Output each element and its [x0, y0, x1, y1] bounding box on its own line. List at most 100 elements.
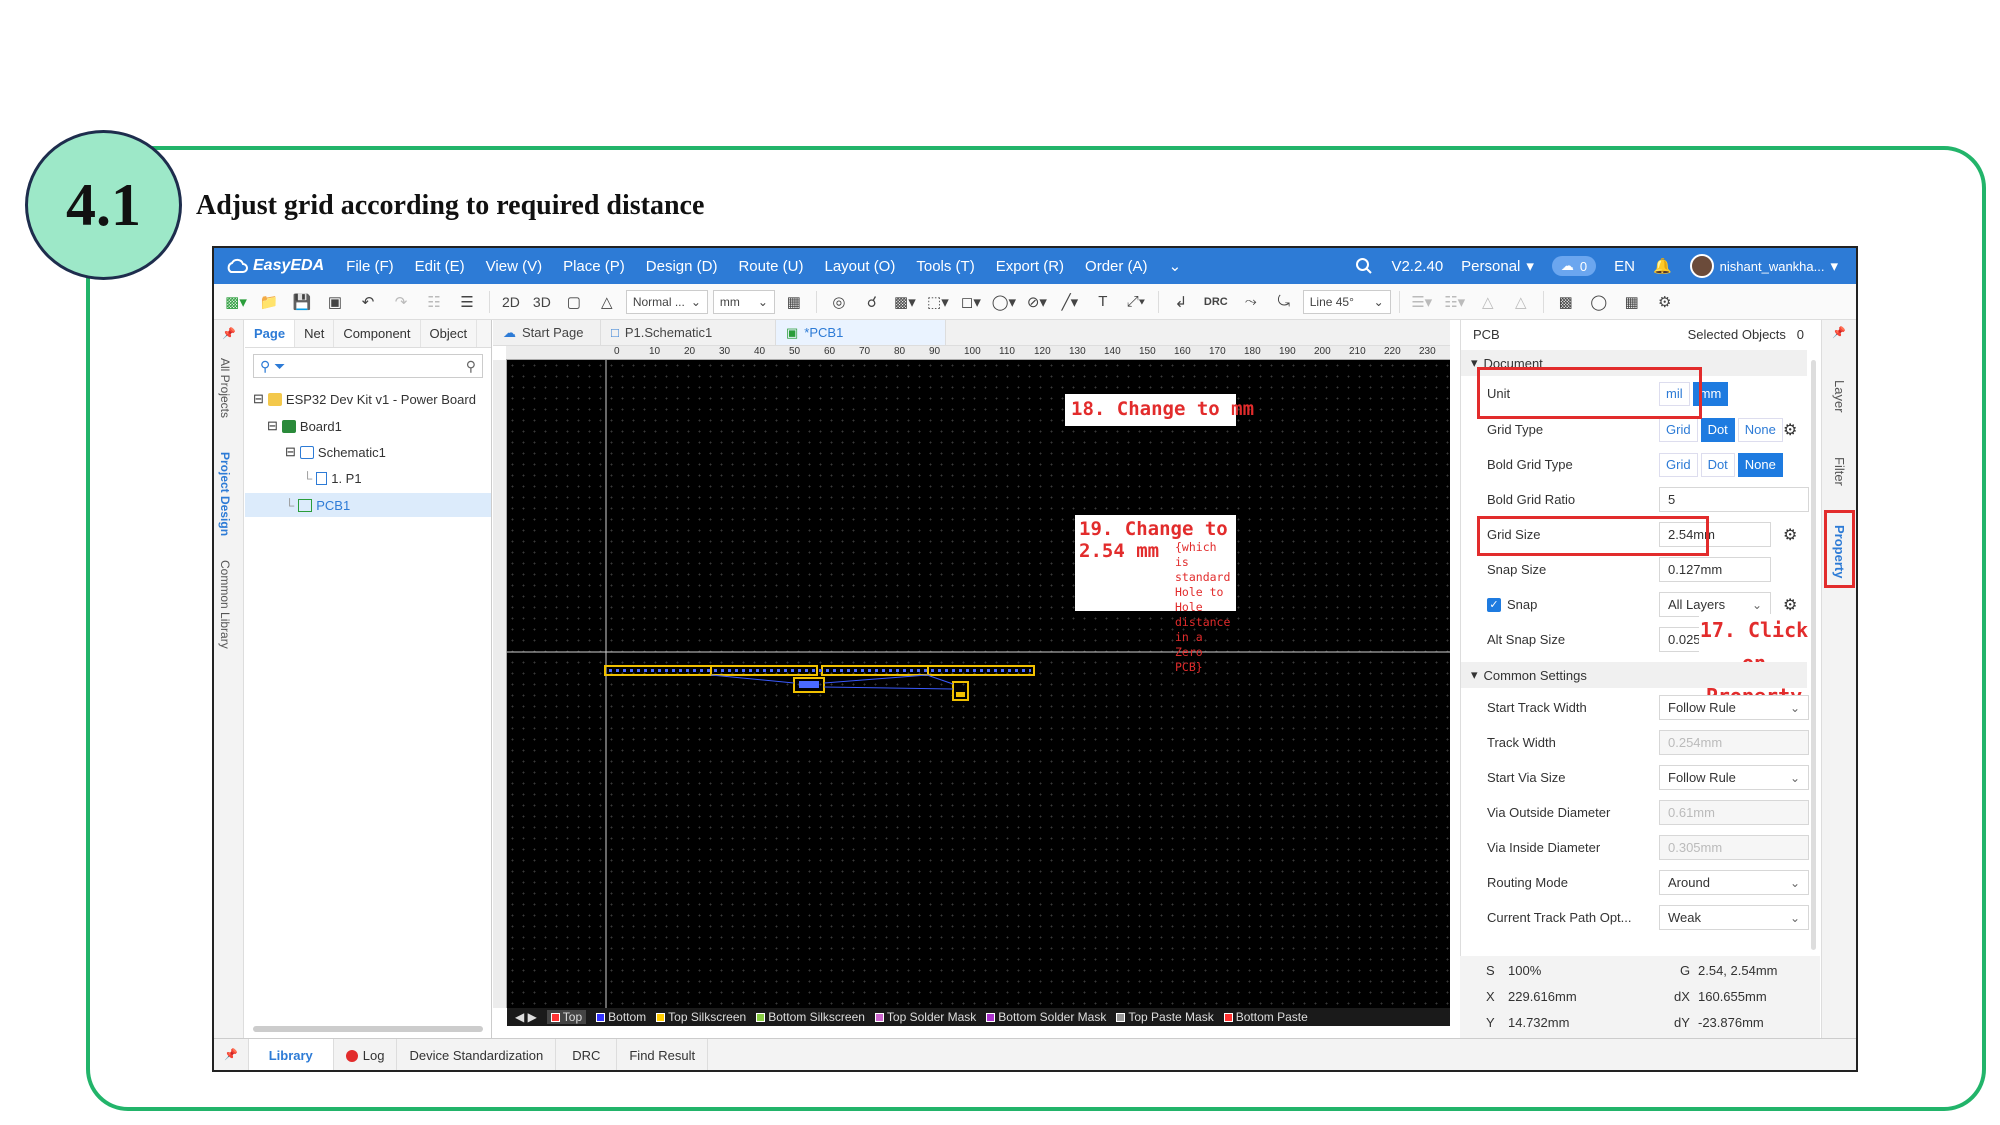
cloud-sync-badge[interactable]: ☁ 0: [1551, 256, 1597, 276]
ellipse-icon[interactable]: ◯▾: [990, 289, 1018, 315]
diff-pair-icon[interactable]: ⤳: [1237, 289, 1265, 315]
doc-tab-schematic[interactable]: □ P1.Schematic1: [601, 320, 776, 345]
tab-net[interactable]: Net: [295, 320, 335, 347]
tab-drc[interactable]: DRC: [556, 1039, 618, 1070]
list-search-icon[interactable]: ☰: [453, 289, 481, 315]
tab-device-standardization[interactable]: Device Standardization: [397, 1039, 557, 1070]
camera-icon[interactable]: ◯: [1585, 289, 1613, 315]
grid-type-none[interactable]: None: [1737, 417, 1783, 442]
flip-icon[interactable]: △: [1474, 289, 1502, 315]
mode-select[interactable]: Normal ... ⌄: [625, 289, 708, 314]
tab-library[interactable]: Library: [248, 1039, 334, 1070]
language-button[interactable]: EN: [1614, 258, 1635, 275]
tab-layer[interactable]: Layer: [1832, 380, 1847, 413]
routing-mode-select[interactable]: Around ⌄: [1659, 870, 1809, 895]
layer-item[interactable]: Bottom: [596, 1010, 646, 1024]
pcb-canvas[interactable]: 18. Change to mm 19. Change to 2.54 mm {…: [507, 360, 1450, 1008]
project-search-input[interactable]: ⚲ ⏷ ⚲: [253, 354, 483, 378]
unit-select[interactable]: mm ⌄: [712, 289, 775, 314]
layer-item[interactable]: Bottom Paste: [1223, 1010, 1308, 1024]
text-icon[interactable]: T: [1089, 289, 1117, 315]
component-icon[interactable]: ▩▾: [891, 289, 919, 315]
library-icon[interactable]: ▩: [1552, 289, 1580, 315]
undo-icon[interactable]: ↶: [354, 289, 382, 315]
snap-checkbox[interactable]: ✓: [1487, 597, 1501, 612]
track-path-opt-select[interactable]: Weak ⌄: [1659, 905, 1809, 930]
grid-view-icon[interactable]: ☷: [420, 289, 448, 315]
layer-item[interactable]: Top Paste Mask: [1116, 1010, 1214, 1024]
bell-icon[interactable]: 🔔: [1653, 257, 1672, 275]
bold-grid-type-none[interactable]: None: [1737, 452, 1783, 477]
layer-item[interactable]: Top Solder Mask: [874, 1010, 976, 1024]
bold-grid-ratio-input[interactable]: 5: [1659, 487, 1809, 512]
pin-icon[interactable]: 📌: [215, 320, 243, 346]
filter-icon[interactable]: ⚲ ⏷: [260, 358, 285, 375]
tab-log[interactable]: Log: [334, 1039, 398, 1070]
pin-icon[interactable]: 📌: [1832, 326, 1846, 339]
tab-find-result[interactable]: Find Result: [617, 1039, 709, 1070]
layer-item[interactable]: Top Silkscreen: [656, 1010, 746, 1024]
grid-type-settings-icon[interactable]: ⚙: [1783, 420, 1797, 440]
bom-icon[interactable]: ▦: [1618, 289, 1646, 315]
menu-view[interactable]: View (V): [486, 258, 542, 275]
grid-type-grid[interactable]: Grid: [1659, 417, 1698, 442]
new-icon[interactable]: ▩▾: [222, 289, 250, 315]
menu-place[interactable]: Place (P): [563, 258, 625, 275]
line-icon[interactable]: ╱▾: [1056, 289, 1084, 315]
save-all-icon[interactable]: ▣: [321, 289, 349, 315]
tree-project[interactable]: ⊟ ESP32 Dev Kit v1 - Power Board: [253, 387, 476, 411]
layer-prev-icon[interactable]: ◀ ▶: [515, 1010, 537, 1024]
section-common-settings[interactable]: ▾ Common Settings: [1461, 662, 1807, 688]
save-icon[interactable]: 💾: [288, 289, 316, 315]
collapse-icon[interactable]: ⊟: [285, 444, 296, 460]
menu-more-chevron-icon[interactable]: ⌄: [1169, 257, 1182, 275]
snap-settings-icon[interactable]: ⚙: [1783, 595, 1797, 615]
via-icon[interactable]: ◎: [825, 289, 853, 315]
grid-type-dot[interactable]: Dot: [1700, 417, 1735, 442]
tree-page[interactable]: └ 1. P1: [303, 466, 362, 490]
settings-icon[interactable]: ⚙: [1651, 289, 1679, 315]
pin-icon[interactable]: 📌: [214, 1039, 249, 1070]
pad-icon[interactable]: ☌: [858, 289, 886, 315]
drc-button[interactable]: DRC: [1200, 289, 1232, 315]
tab-object[interactable]: Object: [421, 320, 478, 347]
no-connect-icon[interactable]: ⊘▾: [1023, 289, 1051, 315]
tab-page[interactable]: Page: [245, 320, 296, 347]
menu-tools[interactable]: Tools (T): [916, 258, 974, 275]
layer-item[interactable]: Top: [546, 1010, 587, 1024]
menu-layout[interactable]: Layout (O): [824, 258, 895, 275]
tree-pcb[interactable]: └ PCB1: [245, 493, 491, 517]
route-icon[interactable]: ↲: [1167, 289, 1195, 315]
polygon-icon[interactable]: ◻▾: [957, 289, 985, 315]
header-footprints[interactable]: [604, 665, 1035, 676]
menu-route[interactable]: Route (U): [738, 258, 803, 275]
view-3d-button[interactable]: 3D: [529, 289, 555, 315]
collapse-icon[interactable]: ⊟: [253, 391, 264, 407]
grid-icon[interactable]: ▦: [780, 289, 808, 315]
tab-project-design[interactable]: Project Design: [218, 452, 232, 536]
layer-item[interactable]: Bottom Solder Mask: [986, 1010, 1106, 1024]
search-icon[interactable]: ⚲: [466, 358, 476, 375]
bold-grid-type-dot[interactable]: Dot: [1700, 452, 1735, 477]
zoom-fit-icon[interactable]: ▢: [560, 289, 588, 315]
align-icon[interactable]: ☰▾: [1408, 289, 1436, 315]
tab-all-projects[interactable]: All Projects: [218, 358, 232, 418]
mirror-icon[interactable]: △: [1507, 289, 1535, 315]
distribute-icon[interactable]: ☷▾: [1441, 289, 1469, 315]
menu-design[interactable]: Design (D): [646, 258, 718, 275]
line-angle-select[interactable]: Line 45° ⌄: [1302, 289, 1391, 314]
open-folder-icon[interactable]: 📁: [255, 289, 283, 315]
collapse-icon[interactable]: ⊟: [267, 418, 278, 434]
view-2d-button[interactable]: 2D: [498, 289, 524, 315]
dimension-icon[interactable]: ⤢▾: [1122, 289, 1150, 315]
menu-order[interactable]: Order (A): [1085, 258, 1148, 275]
user-menu[interactable]: nishant_wankha... ▾: [1689, 254, 1838, 278]
redo-icon[interactable]: ↷: [387, 289, 415, 315]
search-icon[interactable]: [1355, 257, 1373, 275]
layer-item[interactable]: Bottom Silkscreen: [756, 1010, 865, 1024]
horizontal-scrollbar[interactable]: [253, 1026, 483, 1032]
property-scrollbar[interactable]: [1811, 360, 1816, 950]
measure-icon[interactable]: △: [593, 289, 621, 315]
grid-size-settings-icon[interactable]: ⚙: [1783, 525, 1797, 545]
bold-grid-type-grid[interactable]: Grid: [1659, 452, 1698, 477]
